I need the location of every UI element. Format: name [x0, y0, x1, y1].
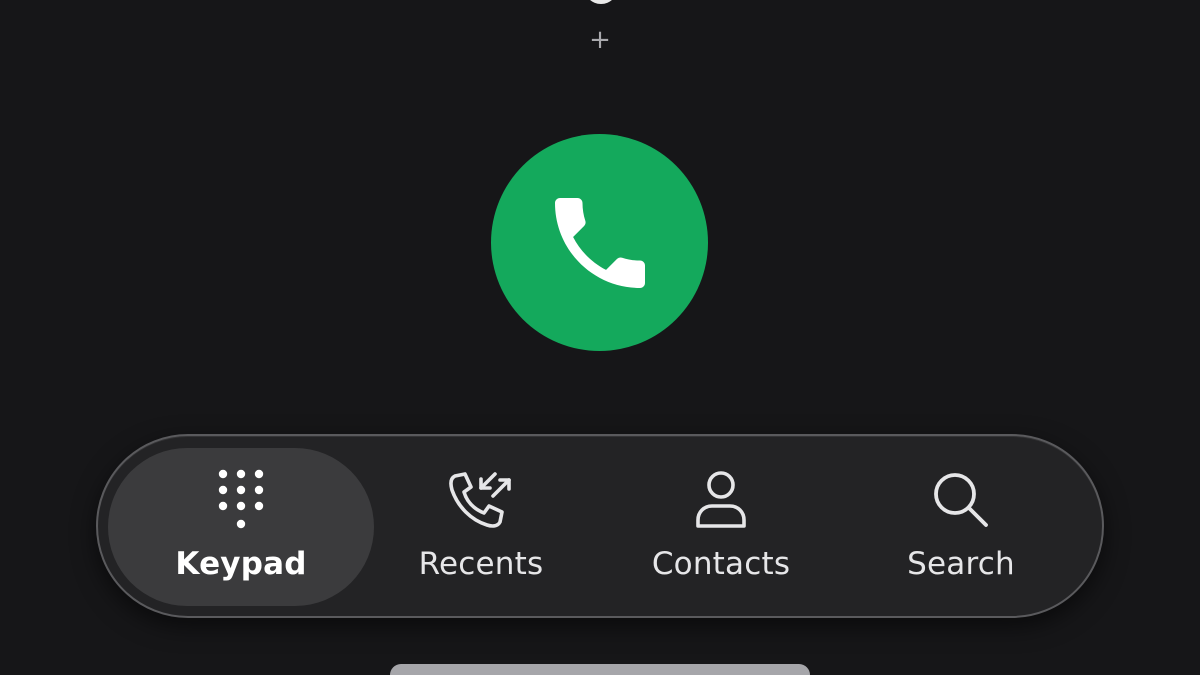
call-button[interactable] [491, 134, 708, 351]
nav-label-recents: Recents [418, 546, 544, 582]
nav-label-keypad: Keypad [175, 546, 307, 582]
nav-tab-search[interactable]: Search [828, 448, 1094, 606]
phone-dialer-screen: + Keypad Recents Contacts Search [0, 0, 1200, 675]
nav-tab-contacts[interactable]: Contacts [588, 448, 854, 606]
recent-calls-icon [445, 466, 517, 534]
nav-label-search: Search [907, 546, 1015, 582]
search-icon [925, 466, 997, 534]
home-indicator-bar[interactable] [390, 664, 810, 675]
dialpad-icon [205, 466, 277, 534]
keypad-plus-label: + [589, 25, 611, 55]
zero-glyph-partial [584, 0, 618, 4]
bottom-nav-bar: Keypad Recents Contacts Search [96, 434, 1104, 618]
nav-label-contacts: Contacts [651, 546, 791, 582]
phone-icon [554, 197, 645, 288]
nav-tab-keypad[interactable]: Keypad [108, 448, 374, 606]
keypad-key-zero[interactable] [572, 0, 628, 4]
nav-tab-recents[interactable]: Recents [348, 448, 614, 606]
person-icon [685, 466, 757, 534]
